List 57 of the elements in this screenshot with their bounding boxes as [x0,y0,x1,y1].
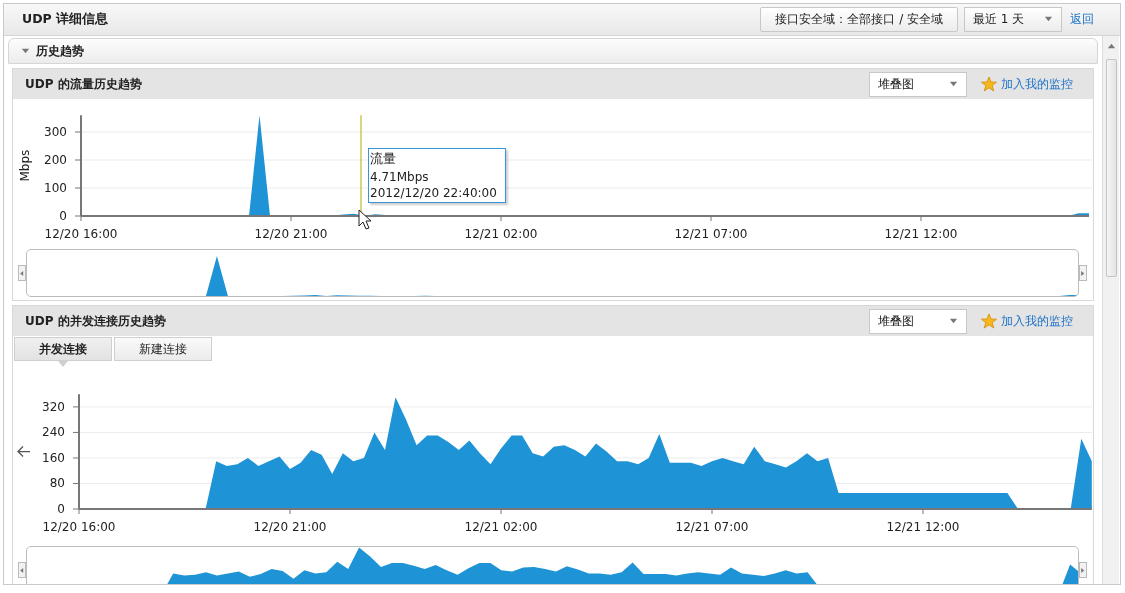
tick-label: 12/21 12:00 [884,227,958,241]
tick-label: 12/21 02:00 [464,227,538,241]
tick-label: 100 [44,181,67,195]
chart-tab[interactable]: 并发连接 [14,337,112,361]
back-arrow-icon[interactable] [17,445,31,458]
tick-label: 320 [42,399,65,414]
tooltip-text: 2012/12/20 22:40:00 [370,186,497,200]
section-title: 历史趋势 [36,42,84,60]
scrollbar-thumb[interactable] [1105,59,1117,277]
add-monitor-link[interactable]: 加入我的监控 [1001,312,1073,330]
caret-icon [949,316,958,326]
tick-label: 240 [42,425,65,440]
add-monitor-link[interactable]: 加入我的监控 [1001,75,1073,93]
tick-label: 160 [42,450,65,465]
scroll-right-button[interactable] [1079,265,1087,281]
tick-label: 12/21 07:00 [674,227,748,241]
section-header[interactable]: 历史趋势 [8,38,1098,64]
tick-label: 12/20 16:00 [44,227,118,241]
tick-label: 12/20 16:00 [42,520,116,534]
zone-button[interactable]: 接口安全域：全部接口 / 安全域 [760,7,958,32]
tab-pointer-icon [58,361,68,367]
chart-type-select[interactable]: 堆叠图 [869,71,967,97]
star-icon [981,76,997,92]
tick-label: 0 [59,209,67,223]
star-icon [981,313,997,329]
chevron-right-icon [1080,268,1086,278]
tick-label: 12/20 21:00 [253,520,327,534]
panel-title: UDP 的并发连接历史趋势 [25,312,167,330]
tooltip-text: 4.71Mbps [370,170,430,184]
tick-label: 12/21 07:00 [675,520,749,534]
caret-icon [21,46,30,56]
scroll-left-button[interactable] [18,562,26,578]
vertical-scrollbar[interactable] [1102,36,1119,584]
tick-label: 80 [49,476,65,491]
tick-label: 12/21 12:00 [886,520,960,534]
cursor-icon [358,209,372,230]
overview-navigator[interactable] [26,249,1079,297]
scroll-up-icon [1106,42,1116,51]
scroll-left-button[interactable] [18,265,26,281]
overview-navigator[interactable] [26,546,1079,584]
panel-title: UDP 的流量历史趋势 [25,75,143,93]
chart-tab[interactable]: 新建连接 [114,337,212,361]
axis-title: Mbps [18,149,32,182]
tick-label: 12/21 02:00 [464,520,538,534]
chart-type-select[interactable]: 堆叠图 [869,308,967,334]
tick-label: 12/20 21:00 [254,227,328,241]
tick-label: 300 [44,125,67,139]
back-link[interactable]: 返回 [1070,11,1094,28]
chevron-right-icon [1080,565,1086,575]
tooltip-title: 流量 [370,151,397,168]
tick-label: 0 [57,502,65,516]
scroll-right-button[interactable] [1079,562,1087,578]
page-title: UDP 详细信息 [22,11,110,28]
tick-label: 200 [44,153,67,167]
caret-icon [949,79,958,89]
caret-icon [1044,15,1053,24]
time-range-select[interactable]: 最近 1 天 [964,7,1062,32]
